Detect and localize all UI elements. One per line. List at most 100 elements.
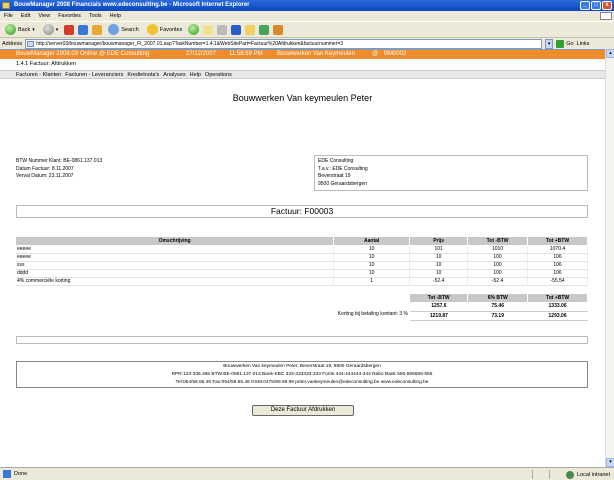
scroll-up-icon[interactable]: ▴ xyxy=(606,49,614,58)
status-zones: Local intranet xyxy=(531,470,610,479)
status-panel xyxy=(548,470,563,479)
chevron-down-icon: ▾ xyxy=(32,26,35,33)
cell: -55.54 xyxy=(527,277,588,286)
col-omschrijving: Omschrijving xyxy=(16,237,335,245)
maximize-button[interactable]: □ xyxy=(591,1,601,10)
client-address: EDE Consulting T.a.v.: EDE Consulting Be… xyxy=(314,155,588,191)
menu-edit[interactable]: Edit xyxy=(21,11,30,21)
totals-row: 1257.6 75.46 1333.06 xyxy=(410,302,588,312)
invoice-number: Factuur: F00003 xyxy=(16,205,588,218)
nav-facturen-leveranciers[interactable]: Facturen - Leveranciers xyxy=(65,71,123,78)
ie-app-icon xyxy=(2,2,10,9)
table-row: sss 10 10 100 106 xyxy=(16,261,588,270)
home-icon[interactable] xyxy=(92,24,103,35)
go-arrow-icon xyxy=(556,39,565,48)
app-nav: Facturen - Klanten Facturen - Leverancie… xyxy=(0,70,605,79)
breadcrumb: 1.4.1 Factuur: Afdrukken xyxy=(16,61,76,67)
minimize-button[interactable]: _ xyxy=(580,1,590,10)
refresh-icon[interactable] xyxy=(78,24,89,35)
cell: eeeee xyxy=(16,253,335,262)
invoice-footer: Bouwwerken Van keymeulen Peter, Beverstr… xyxy=(16,361,588,388)
close-button[interactable]: x xyxy=(602,1,612,10)
cell: 10 xyxy=(409,261,469,270)
page-icon xyxy=(27,40,35,47)
cell: 1 xyxy=(333,277,411,286)
cell: 10 xyxy=(409,253,469,262)
star-icon xyxy=(146,24,158,35)
nav-facturen-klanten[interactable]: Facturen - Klanten xyxy=(16,71,61,78)
favorites-label: Favorites xyxy=(159,26,183,33)
col-btw: 6% BTW xyxy=(467,294,529,302)
col-tot-incl: Tot +BTW xyxy=(527,237,588,245)
page-viewport: BouwManager 2008.03 Online @ EDE Consult… xyxy=(0,49,605,467)
links-button[interactable]: Links xyxy=(577,41,590,47)
company-title: Bouwwerken Van keymeulen Peter xyxy=(232,93,373,103)
nav-kredietnotas[interactable]: Kredietnota's xyxy=(127,71,159,78)
menu-view[interactable]: View xyxy=(38,11,50,21)
menu-file[interactable]: File xyxy=(4,11,13,21)
favorites-button[interactable]: Favorites xyxy=(145,23,185,36)
cell: 73.19 xyxy=(467,311,528,321)
nav-operations[interactable]: Operations xyxy=(205,71,232,78)
product-version: BouwManager 2008.03 xyxy=(16,51,79,57)
menu-tools[interactable]: Tools xyxy=(89,11,102,21)
nav-help[interactable]: Help xyxy=(190,71,201,78)
totals-table: Tot -BTW 6% BTW Tot +BTW 1257.6 75.46 13… xyxy=(410,294,588,321)
zone-label: Local intranet xyxy=(576,471,610,478)
address-url: http://server03/bouwmanager/bouwmanager_… xyxy=(36,40,344,47)
research-icon[interactable] xyxy=(273,24,284,35)
window-titlebar: BouwManager 2008 Financials www.edeconsu… xyxy=(0,0,614,11)
back-label: Back xyxy=(18,26,31,33)
table-row: eeeee 10 10 100 106 xyxy=(16,253,588,262)
menu-help[interactable]: Help xyxy=(110,11,121,21)
header-project: Bouwwerken Van Keymeulen xyxy=(277,51,355,57)
print-invoice-button[interactable]: Deze Factuur Afdrukken xyxy=(252,405,354,416)
col-tot-incl: Tot +BTW xyxy=(527,294,588,302)
cell: 10 xyxy=(333,261,411,270)
search-button[interactable]: Search xyxy=(106,23,140,36)
back-button[interactable]: Back ▾ xyxy=(3,23,37,36)
status-bar: Done Local intranet xyxy=(0,467,614,480)
print-icon[interactable] xyxy=(217,24,228,35)
messenger-icon[interactable] xyxy=(259,24,270,35)
status-panel xyxy=(531,470,546,479)
cell: 10 xyxy=(333,253,411,262)
cell: 1333.06 xyxy=(527,302,588,312)
intranet-icon xyxy=(565,470,574,479)
cell: 106 xyxy=(527,253,588,262)
cell: 10 xyxy=(333,269,411,278)
menu-bar: File Edit View Favorites Tools Help xyxy=(0,11,614,21)
folder-icon[interactable] xyxy=(245,24,256,35)
cell: 10 xyxy=(409,269,469,278)
invoice-lines-table: Omschrijving Aantal Prijs Tot -BTW Tot +… xyxy=(16,237,588,286)
address-dropdown-button[interactable]: ▾ xyxy=(545,38,554,49)
cell: 101 xyxy=(409,245,469,254)
header-code: BM0002 xyxy=(384,51,407,57)
go-button[interactable]: Go xyxy=(556,39,574,48)
col-tot-excl: Tot -BTW xyxy=(410,294,469,302)
address-input[interactable]: http://server03/bouwmanager/bouwmanager_… xyxy=(25,38,543,49)
cell: 106 xyxy=(527,261,588,270)
history-icon[interactable] xyxy=(188,24,200,35)
mail-icon[interactable] xyxy=(203,24,214,35)
cell: 100 xyxy=(467,269,529,278)
back-arrow-icon xyxy=(5,24,16,35)
forward-button[interactable]: ▾ xyxy=(41,23,61,36)
header-date: 27/12/2007 xyxy=(186,51,217,57)
address-bar: Address http://server03/bouwmanager/bouw… xyxy=(0,37,614,49)
vertical-scrollbar[interactable]: ▴ ▾ xyxy=(605,49,614,467)
search-label: Search xyxy=(121,26,139,33)
windows-logo-icon xyxy=(600,12,612,20)
btw-klant: BTW Nummer Klant: BE-0861.137.013 xyxy=(16,158,103,164)
header-at: @ xyxy=(372,51,379,57)
cell: 1010 xyxy=(467,245,529,254)
menu-favorites[interactable]: Favorites xyxy=(58,11,81,21)
cell: 1219.87 xyxy=(410,311,468,321)
cell: 100 xyxy=(467,253,529,262)
header-time: 11:58:59 PM xyxy=(229,51,263,57)
stop-icon[interactable] xyxy=(64,24,75,35)
scroll-down-icon[interactable]: ▾ xyxy=(606,458,614,467)
edit-icon[interactable] xyxy=(231,24,242,35)
cell: 4% commerciële korting xyxy=(16,277,335,286)
nav-analyses[interactable]: Analyses xyxy=(163,71,185,78)
